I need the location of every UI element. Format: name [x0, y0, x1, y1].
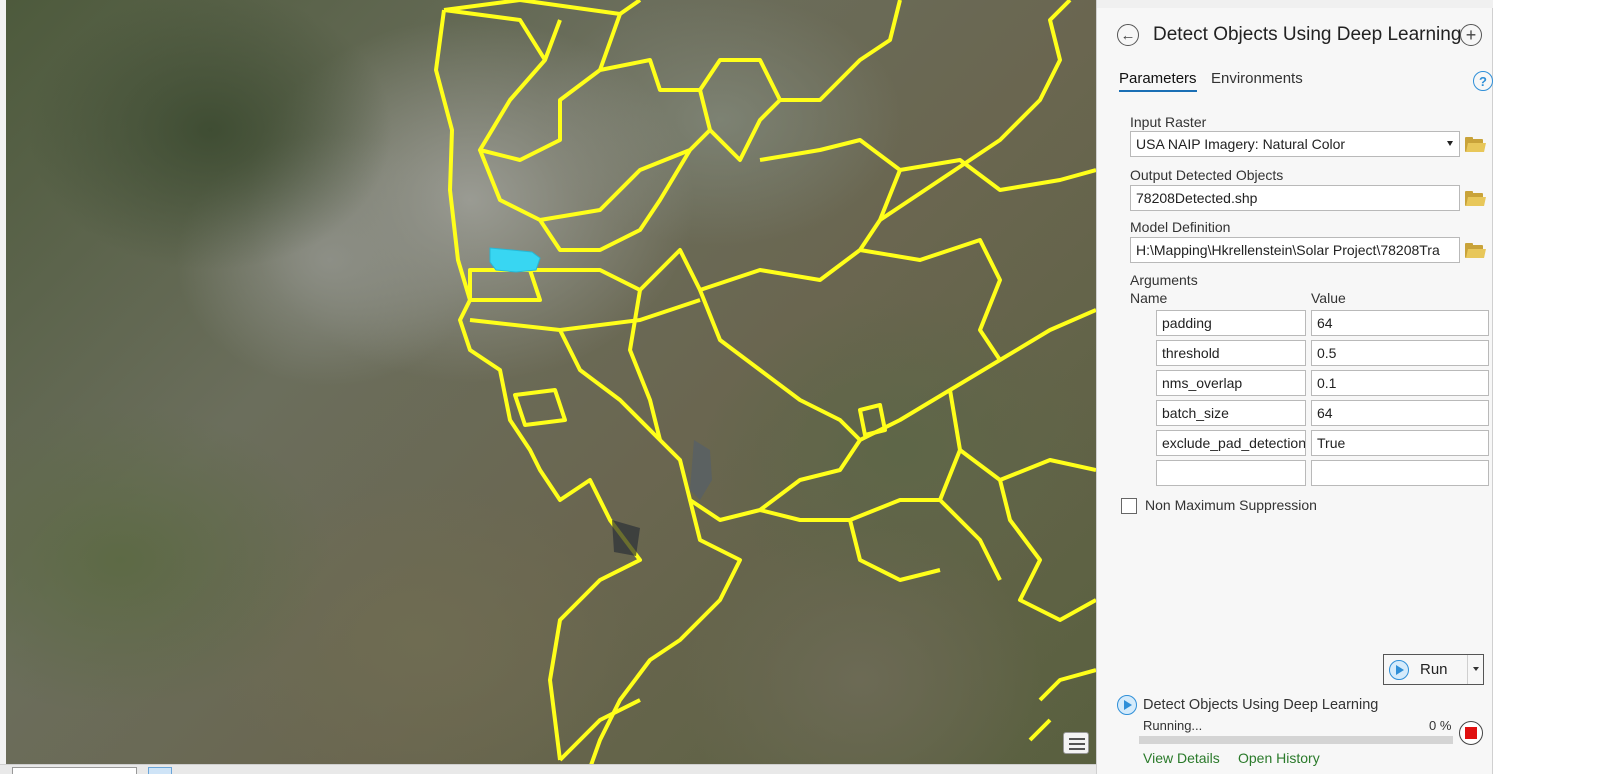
run-button[interactable]: Run [1383, 654, 1484, 685]
folder-icon[interactable] [1465, 137, 1486, 152]
boundary-north-1 [443, 0, 902, 162]
progress-bar [1139, 736, 1453, 744]
run-label: Run [1420, 661, 1448, 678]
folder-icon[interactable] [1465, 191, 1486, 206]
folder-icon[interactable] [1465, 243, 1486, 258]
input-raster-dropdown[interactable]: USA NAIP Imagery: Natural Color [1130, 131, 1460, 157]
boundary-central-3 [530, 138, 902, 292]
play-icon [1389, 659, 1409, 680]
tab-parameters[interactable]: Parameters [1119, 70, 1197, 92]
play-icon[interactable] [1117, 695, 1137, 715]
zip-boundaries-layer [434, 0, 1096, 768]
boundary-south-2 [759, 498, 941, 582]
argument-value-input[interactable]: 0.1 [1311, 370, 1489, 396]
boundary-outer-west [434, 0, 642, 761]
geoprocessing-pane: ← Detect Objects Using Deep Learning + P… [1096, 0, 1494, 774]
output-objects-input[interactable]: 78208Detected.shp [1130, 185, 1460, 211]
model-definition-label: Model Definition [1130, 219, 1231, 235]
lake [612, 520, 640, 556]
stop-button[interactable] [1459, 721, 1483, 745]
help-icon[interactable]: ? [1473, 71, 1493, 91]
progress-status: Running... [1143, 718, 1203, 733]
run-options-chevron-icon[interactable] [1467, 655, 1483, 684]
argument-name-cell: nms_overlap [1156, 370, 1306, 396]
pane-header-strip [1097, 0, 1494, 8]
reservoir [690, 440, 712, 500]
arguments-value-header: Value [1311, 290, 1346, 306]
view-details-link[interactable]: View Details [1143, 750, 1220, 766]
argument-value-input[interactable]: 0.5 [1311, 340, 1489, 366]
argument-name-cell: exclude_pad_detections [1156, 430, 1306, 456]
scale-box[interactable] [12, 767, 137, 774]
nms-checkbox[interactable] [1121, 498, 1137, 514]
tab-environments[interactable]: Environments [1211, 70, 1303, 87]
back-arrow-icon[interactable]: ← [1117, 24, 1139, 46]
boundary-south-1 [588, 499, 742, 768]
boundary-central-2 [468, 268, 542, 302]
input-raster-label: Input Raster [1130, 114, 1207, 130]
boundary-central-1 [478, 128, 712, 252]
selected-zip-area [489, 247, 541, 273]
argument-name-cell[interactable] [1156, 460, 1306, 486]
blank-area [1493, 0, 1601, 774]
open-history-link[interactable]: Open History [1238, 750, 1320, 766]
chevron-down-icon [1447, 141, 1453, 146]
argument-name-cell: padding [1156, 310, 1306, 336]
arguments-name-header: Name [1130, 290, 1168, 306]
argument-name-cell: threshold [1156, 340, 1306, 366]
plus-icon[interactable]: + [1460, 24, 1482, 46]
boundary-small-2 [858, 403, 887, 437]
map-view[interactable] [0, 0, 1096, 768]
argument-value-input[interactable]: True [1311, 430, 1489, 456]
boundary-east-2 [859, 238, 1096, 482]
input-raster-value: USA NAIP Imagery: Natural Color [1136, 136, 1346, 152]
nms-label: Non Maximum Suppression [1145, 497, 1317, 513]
arguments-label: Arguments [1130, 272, 1198, 288]
boundary-se-corner [1028, 668, 1096, 742]
boundary-east-3 [938, 449, 1096, 622]
map-view-toggle-icon[interactable] [148, 767, 172, 774]
boundary-sw-bottom [558, 698, 641, 762]
stop-icon [1465, 727, 1477, 739]
progress-percent: 0 % [1429, 718, 1452, 733]
argument-value-input[interactable]: 64 [1311, 310, 1489, 336]
output-objects-label: Output Detected Objects [1130, 167, 1284, 183]
tool-title: Detect Objects Using Deep Learning [1153, 24, 1462, 45]
progress-tool-name: Detect Objects Using Deep Learning [1143, 697, 1379, 713]
argument-value-input[interactable]: 64 [1311, 400, 1489, 426]
model-definition-input[interactable]: H:\Mapping\Hkrellenstein\Solar Project\7… [1130, 237, 1460, 263]
boundary-east-1 [878, 0, 1096, 222]
argument-value-input[interactable] [1311, 460, 1489, 486]
map-status-bar [0, 764, 1096, 774]
comment-icon[interactable] [1063, 732, 1089, 754]
argument-name-cell: batch_size [1156, 400, 1306, 426]
boundary-small-1 [513, 388, 567, 427]
